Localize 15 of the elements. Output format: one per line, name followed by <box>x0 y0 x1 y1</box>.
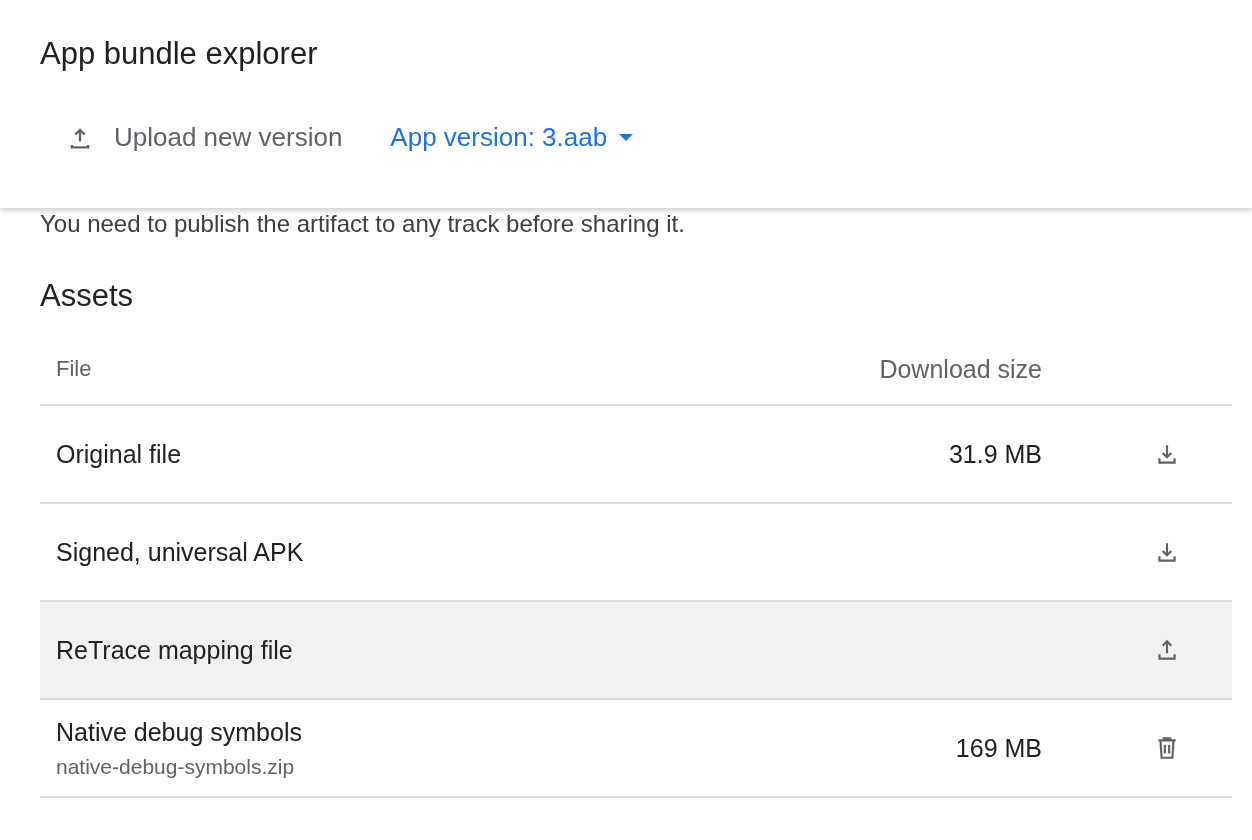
info-message: You need to publish the artifact to any track before sharing it. <box>40 210 686 238</box>
file-name: Signed, universal APK <box>56 537 305 567</box>
version-dropdown[interactable]: App version: 3.aab <box>390 122 634 153</box>
upload-button[interactable]: Upload new version <box>66 122 343 153</box>
download-size: 169 MB <box>955 733 1042 762</box>
section-title: Assets <box>40 278 135 314</box>
caret-icon <box>619 133 634 142</box>
page-title: App bundle explorer <box>40 35 319 72</box>
file-name: Original file <box>56 439 183 469</box>
file-name: ReTrace mapping file <box>56 635 294 665</box>
column-header: File <box>55 356 93 382</box>
download-size: 31.9 MB <box>948 439 1042 468</box>
file-name: Native debug symbols <box>56 717 303 747</box>
file-subtitle: native-debug-symbols.zip <box>56 754 296 779</box>
column-header: Download size <box>878 354 1042 384</box>
